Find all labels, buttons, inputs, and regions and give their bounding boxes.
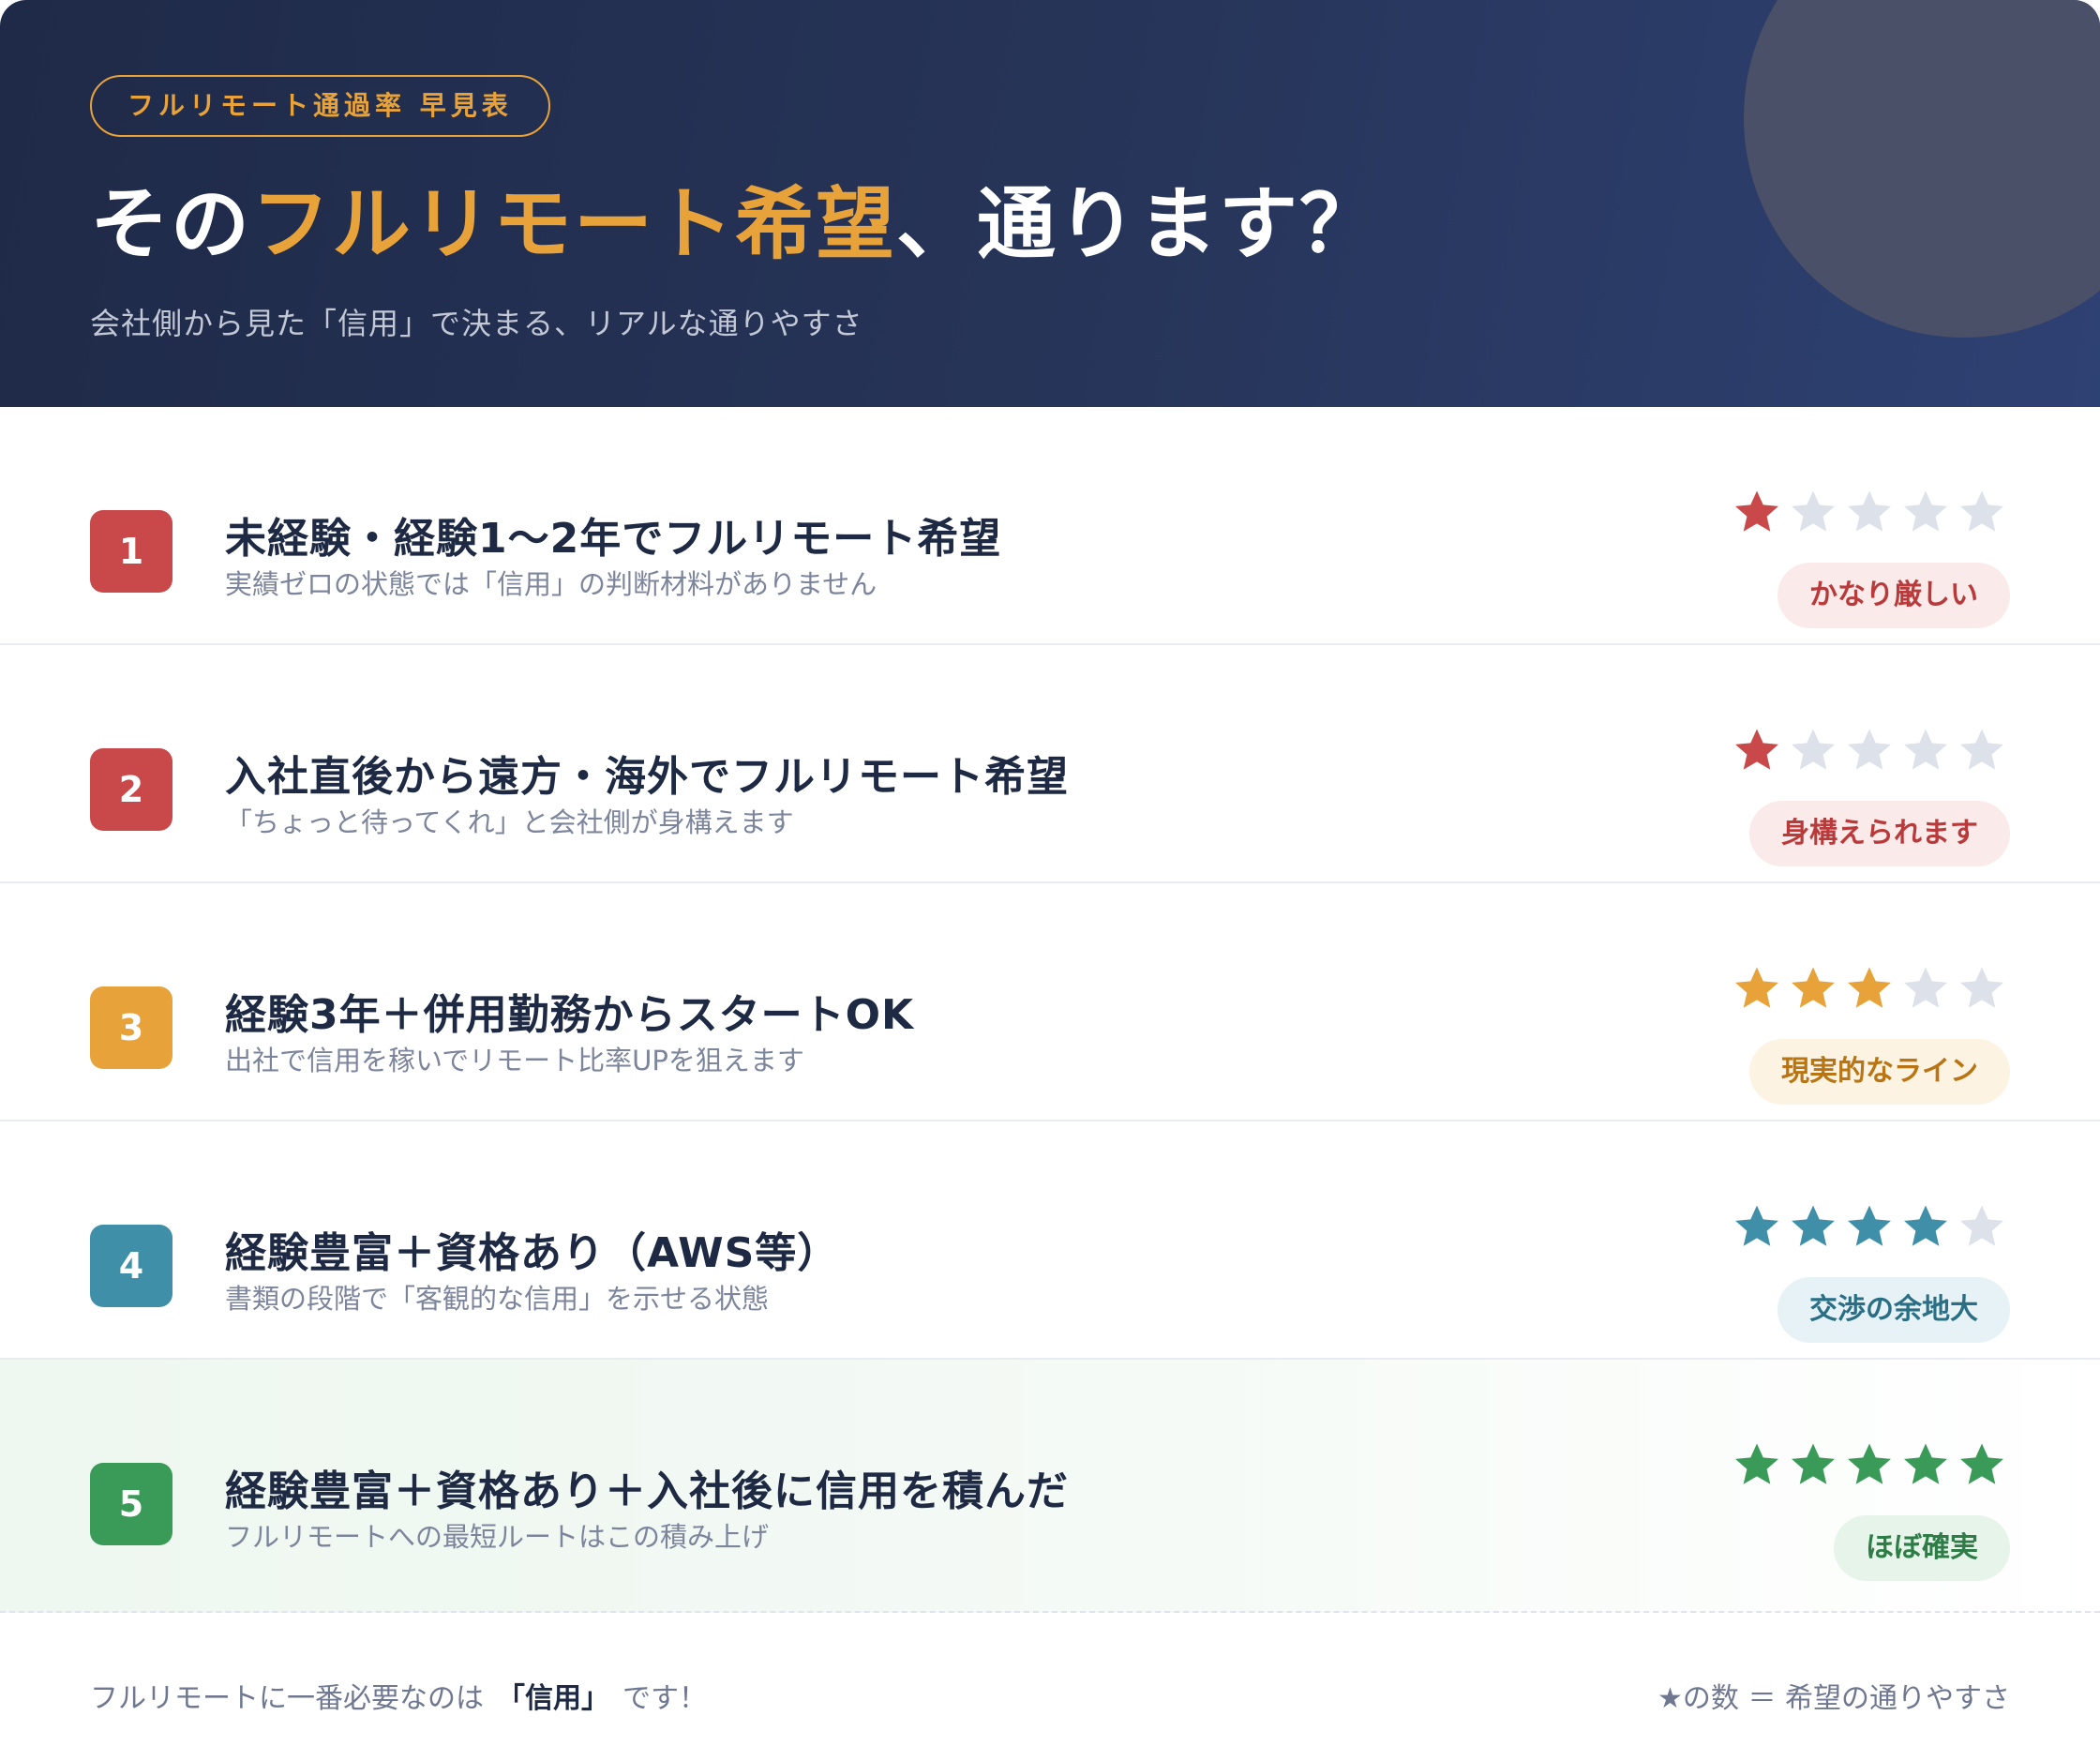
status-badge: かなり厳しい <box>1778 563 2010 628</box>
row-title: 未経験・経験1〜2年でフルリモート希望 <box>225 515 1002 563</box>
star-empty-icon <box>1904 729 1947 770</box>
footer: フルリモートに一番必要なのは 「信用」 です！ ★の数 ＝ 希望の通りやすさ <box>0 1645 2100 1738</box>
star-empty-icon <box>1792 729 1835 770</box>
header: フルリモート通過率 早見表 そのフルリモート希望、通ります？ 会社側から見た「信… <box>0 0 2100 407</box>
star-empty-icon <box>1848 729 1891 770</box>
star-filled-icon <box>1848 967 1891 1008</box>
rating-row-1: 1 未経験・経験1〜2年でフルリモート希望 実績ゼロの状態では「信用」の判断材料… <box>0 407 2100 645</box>
title-pre: その <box>90 178 252 270</box>
star-filled-icon <box>1848 1443 1891 1484</box>
rating-row-2: 2 入社直後から遠方・海外でフルリモート希望 「ちょっと待ってくれ」と会社側が身… <box>0 645 2100 883</box>
star-filled-icon <box>1735 967 1778 1008</box>
star-rating <box>1732 726 2006 775</box>
row-number: 5 <box>90 1463 172 1545</box>
footer-keyword: 「信用」 <box>497 1682 609 1715</box>
star-filled-icon <box>1792 1205 1835 1246</box>
status-badge: 現実的なライン <box>1749 1039 2010 1105</box>
star-empty-icon <box>1848 490 1891 532</box>
star-filled-icon <box>1735 1443 1778 1484</box>
footer-message-pre: フルリモートに一番必要なのは <box>90 1682 484 1715</box>
status-badge: ほぼ確実 <box>1834 1515 2010 1581</box>
rating-row-5: 5 経験豊富＋資格あり＋入社後に信用を積んだ フルリモートへの最短ルートはこの積… <box>0 1360 2100 1613</box>
row-title: 入社直後から遠方・海外でフルリモート希望 <box>225 753 1069 801</box>
star-empty-icon <box>1960 1205 2003 1246</box>
row-description: 出社で信用を稼いでリモート比率UPを狙えます <box>225 1045 804 1076</box>
star-filled-icon <box>1735 729 1778 770</box>
star-empty-icon <box>1792 490 1835 532</box>
row-description: 書類の段階で「客観的な信用」を示せる状態 <box>225 1283 770 1315</box>
row-number: 4 <box>90 1225 172 1307</box>
star-rating <box>1732 1440 2006 1489</box>
title-post: 、通ります？ <box>896 178 1381 270</box>
star-filled-icon <box>1735 1205 1778 1246</box>
rating-list: 1 未経験・経験1〜2年でフルリモート希望 実績ゼロの状態では「信用」の判断材料… <box>0 407 2100 1613</box>
footer-message: フルリモートに一番必要なのは 「信用」 です！ <box>90 1675 707 1716</box>
row-title: 経験3年＋併用勤務からスタートOK <box>225 991 915 1039</box>
quick-reference-card: フルリモート通過率 早見表 そのフルリモート希望、通ります？ 会社側から見た「信… <box>0 0 2100 1761</box>
status-badge: 交渉の余地大 <box>1778 1277 2010 1343</box>
decorative-circle <box>1744 0 2100 338</box>
row-number: 3 <box>90 986 172 1069</box>
row-description: フルリモートへの最短ルートはこの積み上げ <box>225 1521 770 1553</box>
row-number: 1 <box>90 510 172 593</box>
star-filled-icon <box>1792 967 1835 1008</box>
star-rating <box>1732 488 2006 536</box>
row-number: 2 <box>90 748 172 831</box>
row-description: 「ちょっと待ってくれ」と会社側が身構えます <box>225 806 794 838</box>
star-empty-icon <box>1960 729 2003 770</box>
star-rating <box>1732 1202 2006 1251</box>
star-filled-icon <box>1735 490 1778 532</box>
star-empty-icon <box>1960 490 2003 532</box>
rating-row-3: 3 経験3年＋併用勤務からスタートOK 出社で信用を稼いでリモート比率UPを狙え… <box>0 883 2100 1121</box>
status-badge: 身構えられます <box>1749 801 2010 866</box>
rating-row-4: 4 経験豊富＋資格あり（AWS等） 書類の段階で「客観的な信用」を示せる状態 交… <box>0 1121 2100 1360</box>
star-filled-icon <box>1792 1443 1835 1484</box>
star-rating <box>1732 964 2006 1013</box>
footer-legend: ★の数 ＝ 希望の通りやすさ <box>1658 1682 2010 1715</box>
star-empty-icon <box>1904 967 1947 1008</box>
page-title: そのフルリモート希望、通ります？ <box>90 173 2100 276</box>
header-pill: フルリモート通過率 早見表 <box>90 75 550 137</box>
star-filled-icon <box>1848 1205 1891 1246</box>
row-title: 経験豊富＋資格あり（AWS等） <box>225 1229 840 1277</box>
row-title: 経験豊富＋資格あり＋入社後に信用を積んだ <box>225 1468 1069 1515</box>
star-filled-icon <box>1960 1443 2003 1484</box>
footer-message-post: です！ <box>622 1682 707 1715</box>
star-filled-icon <box>1904 1205 1947 1246</box>
star-empty-icon <box>1904 490 1947 532</box>
page-subtitle: 会社側から見た「信用」で決まる、リアルな通りやすさ <box>90 306 863 341</box>
star-filled-icon <box>1904 1443 1947 1484</box>
title-accent: フルリモート希望 <box>251 178 897 270</box>
row-description: 実績ゼロの状態では「信用」の判断材料がありません <box>225 568 878 600</box>
star-empty-icon <box>1960 967 2003 1008</box>
